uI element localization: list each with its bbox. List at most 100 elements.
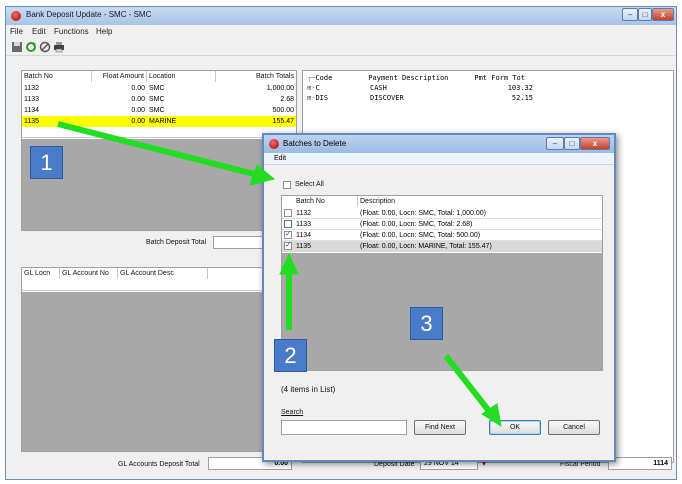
- cell-total: 500.00: [272, 107, 294, 114]
- menu-file[interactable]: File: [10, 27, 23, 36]
- app-icon: [11, 11, 21, 21]
- cell-description: (Float: 0.00, Locn: SMC, Total: 2.68): [360, 221, 473, 228]
- cell-batch-no: 1132: [296, 210, 312, 217]
- row-checkbox[interactable]: [284, 209, 292, 217]
- dialog-title: Batches to Delete: [283, 139, 347, 148]
- print-icon[interactable]: [53, 41, 65, 53]
- row-checkbox[interactable]: [284, 220, 292, 228]
- fiscal-period-field: 1114: [608, 457, 672, 470]
- cell-batch-no: 1132: [24, 85, 40, 92]
- dialog-title-bar: Batches to Delete – □ x: [264, 135, 614, 153]
- table-row[interactable]: 1133 0.00 SMC 2.68: [22, 94, 296, 105]
- dialog-menu-edit[interactable]: Edit: [274, 155, 286, 162]
- batch-deposit-total-label: Batch Deposit Total: [146, 239, 207, 246]
- select-all-checkbox[interactable]: [283, 181, 291, 189]
- close-button[interactable]: x: [652, 8, 674, 21]
- table-row[interactable]: 1134 0.00 SMC 500.00: [22, 105, 296, 116]
- col-payment-desc: Payment Description: [368, 74, 449, 82]
- cell-location: SMC: [149, 96, 165, 103]
- menu-edit[interactable]: Edit: [32, 27, 46, 36]
- annotation-badge-1: 1: [30, 146, 63, 179]
- list-item-selected[interactable]: ✓ 1135 (Float: 0.00, Locn: MARINE, Total…: [282, 241, 602, 252]
- cell-location: SMC: [149, 107, 165, 114]
- refresh-icon[interactable]: [25, 41, 37, 53]
- table-row-empty[interactable]: [22, 127, 296, 138]
- deposit-date-label: Deposit Date: [374, 461, 415, 468]
- save-icon[interactable]: [11, 41, 23, 53]
- cell-location: MARINE: [149, 118, 177, 125]
- gl-total-label: GL Accounts Deposit Total: [118, 461, 200, 468]
- annotation-badge-2: 2: [274, 339, 307, 372]
- col-description[interactable]: Description: [358, 196, 602, 207]
- col-gl-account-desc[interactable]: GL Account Desc: [118, 268, 208, 279]
- col-code: Code: [315, 74, 333, 82]
- gl-grid: GL Locn GL Account No GL Account Desc De…: [21, 267, 297, 452]
- grid-empty-area: [22, 139, 296, 230]
- annotation-badge-3: 3: [410, 307, 443, 340]
- fiscal-period-label: Fiscal Period: [560, 461, 601, 468]
- col-location[interactable]: Location: [147, 71, 216, 82]
- list-item[interactable]: ✓ 1134 (Float: 0.00, Locn: SMC, Total: 5…: [282, 230, 602, 241]
- cell-batch-no: 1134: [24, 107, 40, 114]
- list-item[interactable]: 1133 (Float: 0.00, Locn: SMC, Total: 2.6…: [282, 219, 602, 230]
- app-icon: [269, 139, 279, 149]
- search-label: Search: [281, 409, 304, 416]
- select-all-label[interactable]: Select All: [295, 181, 324, 188]
- tree-header: ┌─Code Payment Description Pmt Form Tot: [307, 74, 525, 82]
- menu-bar: File Edit Functions Help: [6, 25, 676, 38]
- col-batch-no[interactable]: Batch No: [22, 71, 92, 82]
- cell-total: 155.47: [272, 118, 294, 125]
- cell-description: (Float: 0.00, Locn: SMC, Total: 500.00): [360, 232, 481, 239]
- tree-row[interactable]: ⊞-C: [307, 83, 320, 93]
- cell-description: (Float: 0.00, Locn: MARINE, Total: 155.4…: [360, 243, 492, 250]
- items-count: (4 items in List): [281, 385, 336, 394]
- batches-to-delete-dialog: Batches to Delete – □ x Edit Select All …: [262, 133, 616, 462]
- cell-total: 2.68: [280, 96, 294, 103]
- col-pmt-form-tot: Pmt Form Tot: [474, 74, 525, 82]
- cell-float: 0.00: [131, 85, 145, 92]
- batch-list: Batch No Description 1132 (Float: 0.00, …: [281, 195, 603, 371]
- col-batch-totals[interactable]: Batch Totals: [216, 71, 296, 82]
- ok-button[interactable]: OK: [489, 420, 541, 435]
- cell-batch-no: 1133: [24, 96, 40, 103]
- cell-batch-no: 1135: [24, 118, 40, 125]
- toolbar: [6, 38, 676, 56]
- col-float-amount[interactable]: Float Amount: [92, 71, 147, 82]
- tree-desc: DISCOVER: [370, 94, 404, 102]
- menu-help[interactable]: Help: [96, 27, 112, 36]
- maximize-button[interactable]: □: [638, 8, 652, 21]
- tree-total: 103.32: [507, 84, 533, 92]
- table-row-empty[interactable]: [22, 280, 296, 291]
- col-batch-no[interactable]: Batch No: [294, 196, 358, 207]
- row-checkbox-checked[interactable]: ✓: [284, 231, 292, 239]
- title-bar: Bank Deposit Update - SMC - SMC – □ x: [6, 7, 676, 25]
- menu-functions[interactable]: Functions: [54, 27, 89, 36]
- cancel-button[interactable]: Cancel: [548, 420, 600, 435]
- cell-float: 0.00: [131, 107, 145, 114]
- tree-desc: CASH: [370, 84, 387, 92]
- table-row[interactable]: 1132 0.00 SMC 1,000.00: [22, 83, 296, 94]
- cancel-icon[interactable]: [39, 41, 51, 53]
- list-item[interactable]: 1132 (Float: 0.00, Locn: SMC, Total: 1,0…: [282, 208, 602, 219]
- row-checkbox-checked[interactable]: ✓: [284, 242, 292, 250]
- find-next-button[interactable]: Find Next: [414, 420, 466, 435]
- cell-batch-no: 1133: [296, 221, 312, 228]
- dialog-minimize-button[interactable]: –: [546, 137, 564, 150]
- cell-float: 0.00: [131, 118, 145, 125]
- cell-description: (Float: 0.00, Locn: SMC, Total: 1,000.00…: [360, 210, 486, 217]
- tree-total: 52.15: [511, 94, 533, 102]
- dialog-close-button[interactable]: x: [580, 137, 610, 150]
- col-gl-locn[interactable]: GL Locn: [22, 268, 60, 279]
- tree-row[interactable]: ⊞-DIS: [307, 93, 328, 103]
- dialog-menu-bar: Edit: [264, 153, 614, 165]
- search-input[interactable]: [281, 420, 407, 435]
- tree-code: C: [315, 84, 320, 92]
- table-row-selected[interactable]: 1135 0.00 MARINE 155.47: [22, 116, 296, 127]
- minimize-button[interactable]: –: [622, 8, 638, 21]
- tree-code: DIS: [315, 94, 329, 102]
- dialog-maximize-button[interactable]: □: [564, 137, 580, 150]
- cell-batch-no: 1134: [296, 232, 312, 239]
- window-title: Bank Deposit Update - SMC - SMC: [26, 10, 152, 19]
- cell-batch-no: 1135: [296, 243, 312, 250]
- col-gl-account-no[interactable]: GL Account No: [60, 268, 118, 279]
